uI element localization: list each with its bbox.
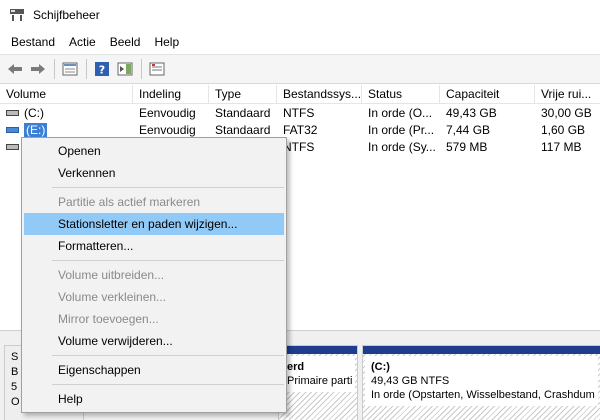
column-header-indeling[interactable]: Indeling [133,85,209,104]
window-title: Schijfbeheer [33,8,100,22]
menu-separator [52,355,284,356]
back-arrow-icon[interactable] [4,58,26,80]
toolbar-separator [54,59,55,79]
toolbar-separator [86,59,87,79]
cell-filesystem: FAT32 [283,123,318,137]
context-menu: Openen Verkennen Partitie als actief mar… [21,137,287,413]
partition-bar [279,346,357,354]
cell-type: Standaard [215,106,271,120]
menu-item-partitie-actief: Partitie als actief markeren [58,195,201,209]
cell-vrije-ruimte: 30,00 GB [541,106,592,120]
disk-management-icon [9,8,25,22]
column-header-capaciteit[interactable]: Capaciteit [440,85,535,104]
column-header-status[interactable]: Status [362,85,440,104]
volume-label: (C:) [24,106,44,120]
title-bar: Schijfbeheer [0,0,600,30]
usb-drive-icon [6,126,19,133]
drive-icon [6,143,19,150]
cell-status: In orde (Sy... [368,140,436,154]
menu-item-formatteren[interactable]: Formatteren... [24,235,284,257]
svg-text:?: ? [99,64,105,77]
menu-beeld[interactable]: Beeld [103,30,148,54]
partition-text: (C:) 49,43 GB NTFS In orde (Opstarten, W… [365,356,598,406]
action-pane-icon[interactable] [114,58,136,80]
menu-separator [52,187,284,188]
column-header-type[interactable]: Type [209,85,277,104]
partition-c[interactable]: (C:) 49,43 GB NTFS In orde (Opstarten, W… [362,345,600,420]
menu-item-eigenschappen[interactable]: Eigenschappen [24,359,284,381]
table-header: Volume Indeling Type Bestandssys... Stat… [0,85,600,104]
forward-arrow-icon[interactable] [27,58,49,80]
partition-line: Primaire parti [287,375,353,387]
column-header-vrije-ruimte[interactable]: Vrije rui... [535,85,600,104]
table-row[interactable]: (C:) Eenvoudig Standaard NTFS In orde (O… [0,105,600,122]
properties-icon[interactable] [146,58,168,80]
partition-line: In orde (Opstarten, Wisselbestand, Crash… [371,389,595,401]
cell-vrije-ruimte: 117 MB [541,140,582,154]
menu-separator [52,384,284,385]
menu-item-verkennen[interactable]: Verkennen [24,162,284,184]
toolbar-separator [141,59,142,79]
partition-line: 49,43 GB NTFS [371,375,450,387]
column-header-bestandssysteem[interactable]: Bestandssys... [277,85,362,104]
cell-status: In orde (Pr... [368,123,435,137]
partition-bar [363,346,600,354]
cell-capaciteit: 7,44 GB [446,123,491,137]
cell-filesystem: NTFS [283,140,315,154]
menu-help[interactable]: Help [147,30,186,54]
menu-item-volume-verkleinen: Volume verkleinen... [58,290,167,304]
cell-volume: (C:) [0,105,133,122]
menu-item-mirror-toevoegen: Mirror toevoegen... [58,312,159,326]
menu-bestand[interactable]: Bestand [4,30,62,54]
drive-icon [6,109,19,116]
menu-bar: Bestand Actie Beeld Help [0,30,600,54]
console-tree-icon[interactable] [59,58,81,80]
menu-item-volume-verwijderen[interactable]: Volume verwijderen... [24,330,284,352]
menu-item-stationsletter-wijzigen[interactable]: Stationsletter en paden wijzigen... [24,213,284,235]
help-icon[interactable]: ? [91,58,113,80]
menu-item-openen[interactable]: Openen [24,140,284,162]
partition-line: erd [287,361,305,373]
partition-line: (C:) [371,361,390,373]
cell-filesystem: NTFS [283,106,315,120]
toolbar: ? [0,54,600,84]
partition-text: erd Primaire parti [281,356,355,392]
partition-system-reserved[interactable]: erd Primaire parti [278,345,358,420]
menu-item-volume-uitbreiden: Volume uitbreiden... [58,268,165,282]
cell-indeling: Eenvoudig [139,106,196,120]
menu-item-help[interactable]: Help [24,388,284,410]
menu-separator [52,260,284,261]
cell-capaciteit: 49,43 GB [446,106,497,120]
menu-actie[interactable]: Actie [62,30,103,54]
cell-capaciteit: 579 MB [446,140,488,154]
cell-status: In orde (O... [368,106,433,120]
volume-label: (E:) [24,123,48,137]
column-header-volume[interactable]: Volume [0,85,133,104]
cell-vrije-ruimte: 1,60 GB [541,123,586,137]
